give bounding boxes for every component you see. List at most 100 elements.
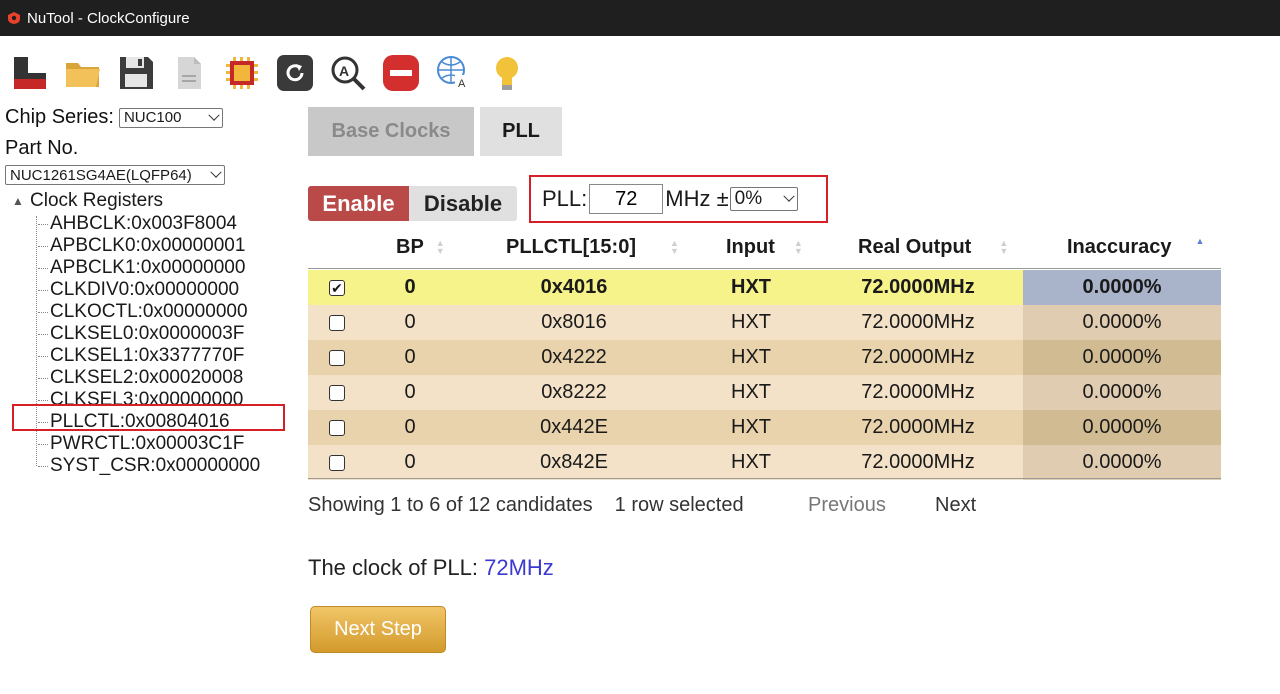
cell-real-output: 72.0000MHz [861,381,975,403]
tree-root-clock-registers[interactable]: ▲ Clock Registers [12,190,163,212]
checkbox[interactable] [329,314,345,331]
column-header-input[interactable]: Input ▲ ▼ [726,236,803,259]
zoom-search-icon[interactable]: A [328,53,368,93]
column-title: Inaccuracy [1067,235,1172,258]
register-label: PWRCTL:0x00003C1F [50,433,245,454]
enable-button[interactable]: Enable [308,186,409,221]
table-row[interactable]: 0 0x842E HXT 72.0000MHz 0.0000% [308,445,1221,480]
next-page-button[interactable]: Next [935,494,976,517]
register-label: SYST_CSR:0x00000000 [50,455,261,476]
cell-inaccuracy: 0.0000% [1023,340,1221,375]
pll-clock-value: 72MHz [484,555,554,580]
cell-real-output: 72.0000MHz [861,276,975,298]
tree-item-syst-csr[interactable]: SYST_CSR:0x00000000 [38,455,260,477]
tree-item-clkoctl[interactable]: CLKOCTL:0x00000000 [38,301,248,323]
stop-icon[interactable] [381,53,421,93]
tree-collapse-icon[interactable]: ▲ [12,194,24,208]
chip-series-label: Chip Series: [5,106,114,128]
chevron-down-icon [208,109,220,121]
cell-input: HXT [731,276,771,298]
tree-item-apbclk1[interactable]: APBCLK1:0x00000000 [38,257,245,279]
row-checkbox-cell [308,305,366,340]
table-count-info: Showing 1 to 6 of 12 candidates [308,494,593,516]
checkbox[interactable] [329,454,345,471]
tree-item-ahbclk[interactable]: AHBCLK:0x003F8004 [38,213,237,235]
checkbox[interactable] [329,419,345,436]
enable-toggle-group: Enable Disable [308,186,517,221]
column-title: Real Output [858,235,972,258]
cell-pllctl: 0x4222 [541,346,607,368]
reset-icon[interactable] [275,53,315,93]
disable-button[interactable]: Disable [409,186,517,221]
cell-input: HXT [731,346,771,368]
pll-target-box: PLL: MHz ± 0% [529,175,828,223]
tree-item-clkdiv0[interactable]: CLKDIV0:0x00000000 [38,279,239,301]
table-row[interactable]: 0 0x8222 HXT 72.0000MHz 0.0000% [308,375,1221,410]
column-header-bp[interactable]: BP ▲ ▼ [396,236,445,259]
column-title: Input [726,235,775,258]
chevron-down-icon [783,190,795,202]
next-step-button[interactable]: Next Step [310,606,446,653]
part-no-value: NUC1261SG4AE(LQFP64) [10,166,192,184]
cell-bp: 0 [404,276,416,298]
row-checkbox-cell [308,375,366,410]
table-row[interactable]: 0 0x4222 HXT 72.0000MHz 0.0000% [308,340,1221,375]
column-header-real-output[interactable]: Real Output ▲ ▼ [858,236,1008,259]
table-row[interactable]: ✔ 0 0x4016 HXT 72.0000MHz 0.0000% [308,270,1221,305]
column-header-pllctl[interactable]: PLLCTL[15:0] ▲ ▼ [506,236,679,259]
register-label: CLKOCTL:0x00000000 [50,301,248,322]
cell-real-output: 72.0000MHz [861,451,975,473]
register-label: AHBCLK:0x003F8004 [50,213,237,234]
tab-base-clocks[interactable]: Base Clocks [308,107,474,156]
build-icon[interactable] [10,53,50,93]
tolerance-select[interactable]: 0% [729,187,798,211]
document-icon[interactable] [169,53,209,93]
register-label: APBCLK0:0x00000001 [50,235,246,256]
cell-input: HXT [731,451,771,473]
checkbox[interactable] [329,349,345,366]
cell-inaccuracy: 0.0000% [1023,375,1221,410]
table-row[interactable]: 0 0x8016 HXT 72.0000MHz 0.0000% [308,305,1221,340]
language-globe-icon[interactable]: A [434,53,474,93]
pll-label: PLL: [542,186,588,211]
previous-page-button[interactable]: Previous [808,494,886,517]
tree-item-clksel0[interactable]: CLKSEL0:0x0000003F [38,323,244,345]
row-checkbox-cell [308,445,366,480]
cell-input: HXT [731,311,771,333]
nutool-logo-icon [8,12,20,24]
cell-bp: 0 [404,346,416,368]
column-header-inaccuracy[interactable]: Inaccuracy ▲ [1067,236,1204,259]
row-checkbox-cell [308,340,366,375]
table-bottom-border [308,478,1221,479]
checkbox-checked[interactable]: ✔ [329,279,345,296]
tree-item-clksel2[interactable]: CLKSEL2:0x00020008 [38,367,243,389]
tree-item-clksel1[interactable]: CLKSEL1:0x3377770F [38,345,244,367]
chip-icon[interactable] [222,53,262,93]
tip-lightbulb-icon[interactable] [487,53,527,93]
pllctl-highlight-box [12,404,285,431]
save-icon[interactable] [116,53,156,93]
cell-pllctl: 0x442E [540,416,608,438]
chip-series-select[interactable]: NUC100 [118,107,223,128]
title-bar: NuTool - ClockConfigure [0,0,1280,36]
selection-info: 1 row selected [614,494,744,516]
cell-bp: 0 [404,416,416,438]
tree-root-label: Clock Registers [30,190,164,211]
tree-item-apbclk0[interactable]: APBCLK0:0x00000001 [38,235,245,257]
chevron-down-icon [210,166,222,178]
cell-pllctl: 0x8016 [541,311,607,333]
open-folder-icon[interactable] [63,53,103,93]
table-info: Showing 1 to 6 of 12 candidates 1 row se… [308,494,744,517]
checkbox[interactable] [329,384,345,401]
pll-frequency-input[interactable] [589,184,664,214]
sort-icon: ▲ ▼ [999,238,1009,256]
table-header: BP ▲ ▼ PLLCTL[15:0] ▲ ▼ Input ▲ ▼ Real Outp… [308,226,1221,269]
part-no-label: Part No. [5,137,79,159]
register-label: APBCLK1:0x00000000 [50,257,246,278]
tab-pll[interactable]: PLL [480,107,562,156]
part-no-select[interactable]: NUC1261SG4AE(LQFP64) [5,165,225,185]
tree-item-pwrctl[interactable]: PWRCTL:0x00003C1F [38,433,244,455]
table-row[interactable]: 0 0x442E HXT 72.0000MHz 0.0000% [308,410,1221,445]
pll-candidates-table: BP ▲ ▼ PLLCTL[15:0] ▲ ▼ Input ▲ ▼ Real Outp… [308,226,1221,480]
chip-series-value: NUC100 [123,109,182,126]
